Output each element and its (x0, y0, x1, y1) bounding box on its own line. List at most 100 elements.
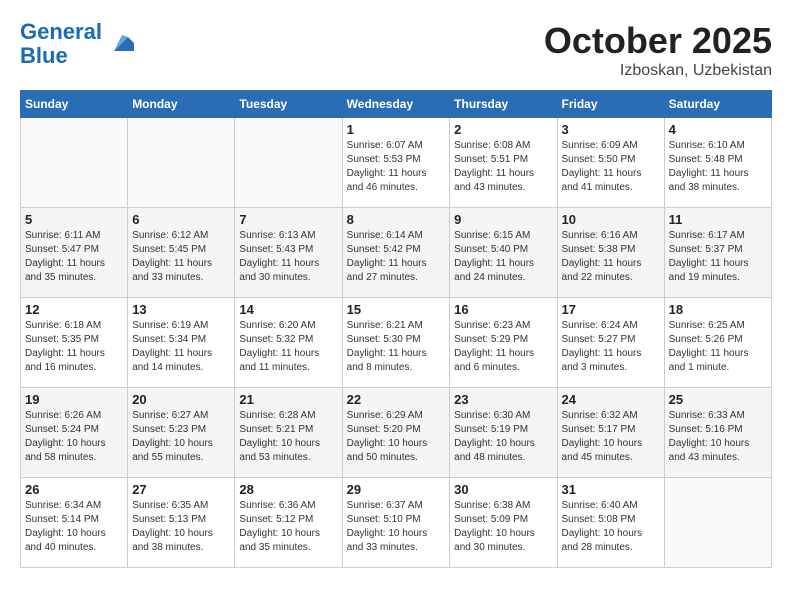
day-info: Sunrise: 6:13 AMSunset: 5:43 PMDaylight:… (239, 229, 337, 285)
calendar-cell: 9Sunrise: 6:15 AMSunset: 5:40 PMDaylight… (450, 208, 557, 298)
day-number: 28 (239, 482, 337, 497)
day-number: 3 (562, 122, 660, 137)
day-info: Sunrise: 6:25 AMSunset: 5:26 PMDaylight:… (669, 319, 767, 375)
calendar-cell: 17 Sunrise: 6:24 AMSunset: 5:27 PMDayligh… (557, 298, 664, 388)
day-info: Sunrise: 6:19 AMSunset: 5:34 PMDaylight:… (132, 319, 230, 375)
calendar-cell: 7Sunrise: 6:13 AMSunset: 5:43 PMDaylight… (235, 208, 342, 298)
calendar-cell (128, 118, 235, 208)
day-info: Sunrise: 6:20 AMSunset: 5:32 PMDaylight:… (239, 319, 337, 375)
calendar-cell: 23 Sunrise: 6:30 AMSunset: 5:19 PMDayligh… (450, 388, 557, 478)
day-number: 10 (562, 212, 660, 227)
calendar-cell: 16 Sunrise: 6:23 AMSunset: 5:29 PMDayligh… (450, 298, 557, 388)
calendar-cell: 13 Sunrise: 6:19 AMSunset: 5:34 PMDayligh… (128, 298, 235, 388)
day-number: 26 (25, 482, 123, 497)
day-number: 6 (132, 212, 230, 227)
day-number: 23 (454, 392, 552, 407)
day-number: 30 (454, 482, 552, 497)
day-number: 24 (562, 392, 660, 407)
day-info: Sunrise: 6:30 AMSunset: 5:19 PMDaylight:… (454, 409, 552, 465)
calendar-cell: 6 Sunrise: 6:12 AMSunset: 5:45 PMDaylight… (128, 208, 235, 298)
week-row-4: 19 Sunrise: 6:26 AMSunset: 5:24 PMDayligh… (21, 388, 772, 478)
logo: General Blue (20, 20, 136, 68)
day-info: Sunrise: 6:17 AMSunset: 5:37 PMDaylight:… (669, 229, 767, 285)
calendar-cell: 30 Sunrise: 6:38 AMSunset: 5:09 PMDayligh… (450, 478, 557, 568)
header-saturday: Saturday (664, 91, 771, 118)
header-tuesday: Tuesday (235, 91, 342, 118)
day-number: 22 (347, 392, 446, 407)
logo-text: General Blue (20, 20, 102, 68)
day-info: Sunrise: 6:29 AMSunset: 5:20 PMDaylight:… (347, 409, 446, 465)
calendar-cell: 8Sunrise: 6:14 AMSunset: 5:42 PMDaylight… (342, 208, 450, 298)
day-info: Sunrise: 6:32 AMSunset: 5:17 PMDaylight:… (562, 409, 660, 465)
calendar-cell: 5 Sunrise: 6:11 AMSunset: 5:47 PMDaylight… (21, 208, 128, 298)
week-row-2: 5 Sunrise: 6:11 AMSunset: 5:47 PMDaylight… (21, 208, 772, 298)
calendar-cell: 20Sunrise: 6:27 AMSunset: 5:23 PMDayligh… (128, 388, 235, 478)
calendar-cell: 10 Sunrise: 6:16 AMSunset: 5:38 PMDayligh… (557, 208, 664, 298)
day-info: Sunrise: 6:09 AMSunset: 5:50 PMDaylight:… (562, 139, 660, 195)
day-info: Sunrise: 6:24 AMSunset: 5:27 PMDaylight:… (562, 319, 660, 375)
header-monday: Monday (128, 91, 235, 118)
day-number: 25 (669, 392, 767, 407)
day-number: 16 (454, 302, 552, 317)
calendar-cell: 4 Sunrise: 6:10 AMSunset: 5:48 PMDaylight… (664, 118, 771, 208)
calendar-cell: 18 Sunrise: 6:25 AMSunset: 5:26 PMDayligh… (664, 298, 771, 388)
day-info: Sunrise: 6:15 AMSunset: 5:40 PMDaylight:… (454, 229, 552, 285)
day-number: 14 (239, 302, 337, 317)
calendar-cell: 21Sunrise: 6:28 AMSunset: 5:21 PMDayligh… (235, 388, 342, 478)
calendar-cell: 27Sunrise: 6:35 AMSunset: 5:13 PMDayligh… (128, 478, 235, 568)
week-row-5: 26Sunrise: 6:34 AMSunset: 5:14 PMDayligh… (21, 478, 772, 568)
calendar-cell (235, 118, 342, 208)
day-number: 13 (132, 302, 230, 317)
day-info: Sunrise: 6:11 AMSunset: 5:47 PMDaylight:… (25, 229, 123, 285)
day-info: Sunrise: 6:38 AMSunset: 5:09 PMDaylight:… (454, 499, 552, 555)
day-number: 21 (239, 392, 337, 407)
day-number: 2 (454, 122, 552, 137)
week-row-1: 1 Sunrise: 6:07 AMSunset: 5:53 PMDaylight… (21, 118, 772, 208)
calendar-cell: 31 Sunrise: 6:40 AMSunset: 5:08 PMDayligh… (557, 478, 664, 568)
day-info: Sunrise: 6:36 AMSunset: 5:12 PMDaylight:… (239, 499, 337, 555)
calendar-cell: 15Sunrise: 6:21 AMSunset: 5:30 PMDayligh… (342, 298, 450, 388)
day-info: Sunrise: 6:12 AMSunset: 5:45 PMDaylight:… (132, 229, 230, 285)
calendar-cell: 2 Sunrise: 6:08 AMSunset: 5:51 PMDaylight… (450, 118, 557, 208)
day-number: 15 (347, 302, 446, 317)
calendar-cell (664, 478, 771, 568)
week-row-3: 12Sunrise: 6:18 AMSunset: 5:35 PMDayligh… (21, 298, 772, 388)
day-info: Sunrise: 6:18 AMSunset: 5:35 PMDaylight:… (25, 319, 123, 375)
day-info: Sunrise: 6:37 AMSunset: 5:10 PMDaylight:… (347, 499, 446, 555)
day-info: Sunrise: 6:23 AMSunset: 5:29 PMDaylight:… (454, 319, 552, 375)
day-number: 20 (132, 392, 230, 407)
calendar-cell: 14 Sunrise: 6:20 AMSunset: 5:32 PMDayligh… (235, 298, 342, 388)
calendar-cell: 22 Sunrise: 6:29 AMSunset: 5:20 PMDayligh… (342, 388, 450, 478)
day-info: Sunrise: 6:08 AMSunset: 5:51 PMDaylight:… (454, 139, 552, 195)
calendar-cell: 26Sunrise: 6:34 AMSunset: 5:14 PMDayligh… (21, 478, 128, 568)
calendar-cell: 12Sunrise: 6:18 AMSunset: 5:35 PMDayligh… (21, 298, 128, 388)
calendar-cell: 1 Sunrise: 6:07 AMSunset: 5:53 PMDaylight… (342, 118, 450, 208)
day-number: 29 (347, 482, 446, 497)
calendar-cell (21, 118, 128, 208)
day-info: Sunrise: 6:26 AMSunset: 5:24 PMDaylight:… (25, 409, 123, 465)
logo-icon (106, 29, 136, 59)
calendar-cell: 3 Sunrise: 6:09 AMSunset: 5:50 PMDaylight… (557, 118, 664, 208)
day-number: 11 (669, 212, 767, 227)
calendar-cell: 28 Sunrise: 6:36 AMSunset: 5:12 PMDayligh… (235, 478, 342, 568)
day-number: 19 (25, 392, 123, 407)
day-info: Sunrise: 6:07 AMSunset: 5:53 PMDaylight:… (347, 139, 446, 195)
day-number: 18 (669, 302, 767, 317)
header-wednesday: Wednesday (342, 91, 450, 118)
calendar-cell: 11 Sunrise: 6:17 AMSunset: 5:37 PMDayligh… (664, 208, 771, 298)
calendar-cell: 24 Sunrise: 6:32 AMSunset: 5:17 PMDayligh… (557, 388, 664, 478)
day-number: 5 (25, 212, 123, 227)
day-number: 31 (562, 482, 660, 497)
subtitle: Izboskan, Uzbekistan (544, 62, 772, 80)
day-info: Sunrise: 6:10 AMSunset: 5:48 PMDaylight:… (669, 139, 767, 195)
day-info: Sunrise: 6:16 AMSunset: 5:38 PMDaylight:… (562, 229, 660, 285)
day-number: 8 (347, 212, 446, 227)
calendar-cell: 19 Sunrise: 6:26 AMSunset: 5:24 PMDayligh… (21, 388, 128, 478)
calendar-table: SundayMondayTuesdayWednesdayThursdayFrid… (20, 90, 772, 568)
day-number: 4 (669, 122, 767, 137)
day-number: 17 (562, 302, 660, 317)
day-info: Sunrise: 6:40 AMSunset: 5:08 PMDaylight:… (562, 499, 660, 555)
day-info: Sunrise: 6:35 AMSunset: 5:13 PMDaylight:… (132, 499, 230, 555)
page-header: General Blue October 2025 Izboskan, Uzbe… (20, 20, 772, 80)
day-number: 1 (347, 122, 446, 137)
